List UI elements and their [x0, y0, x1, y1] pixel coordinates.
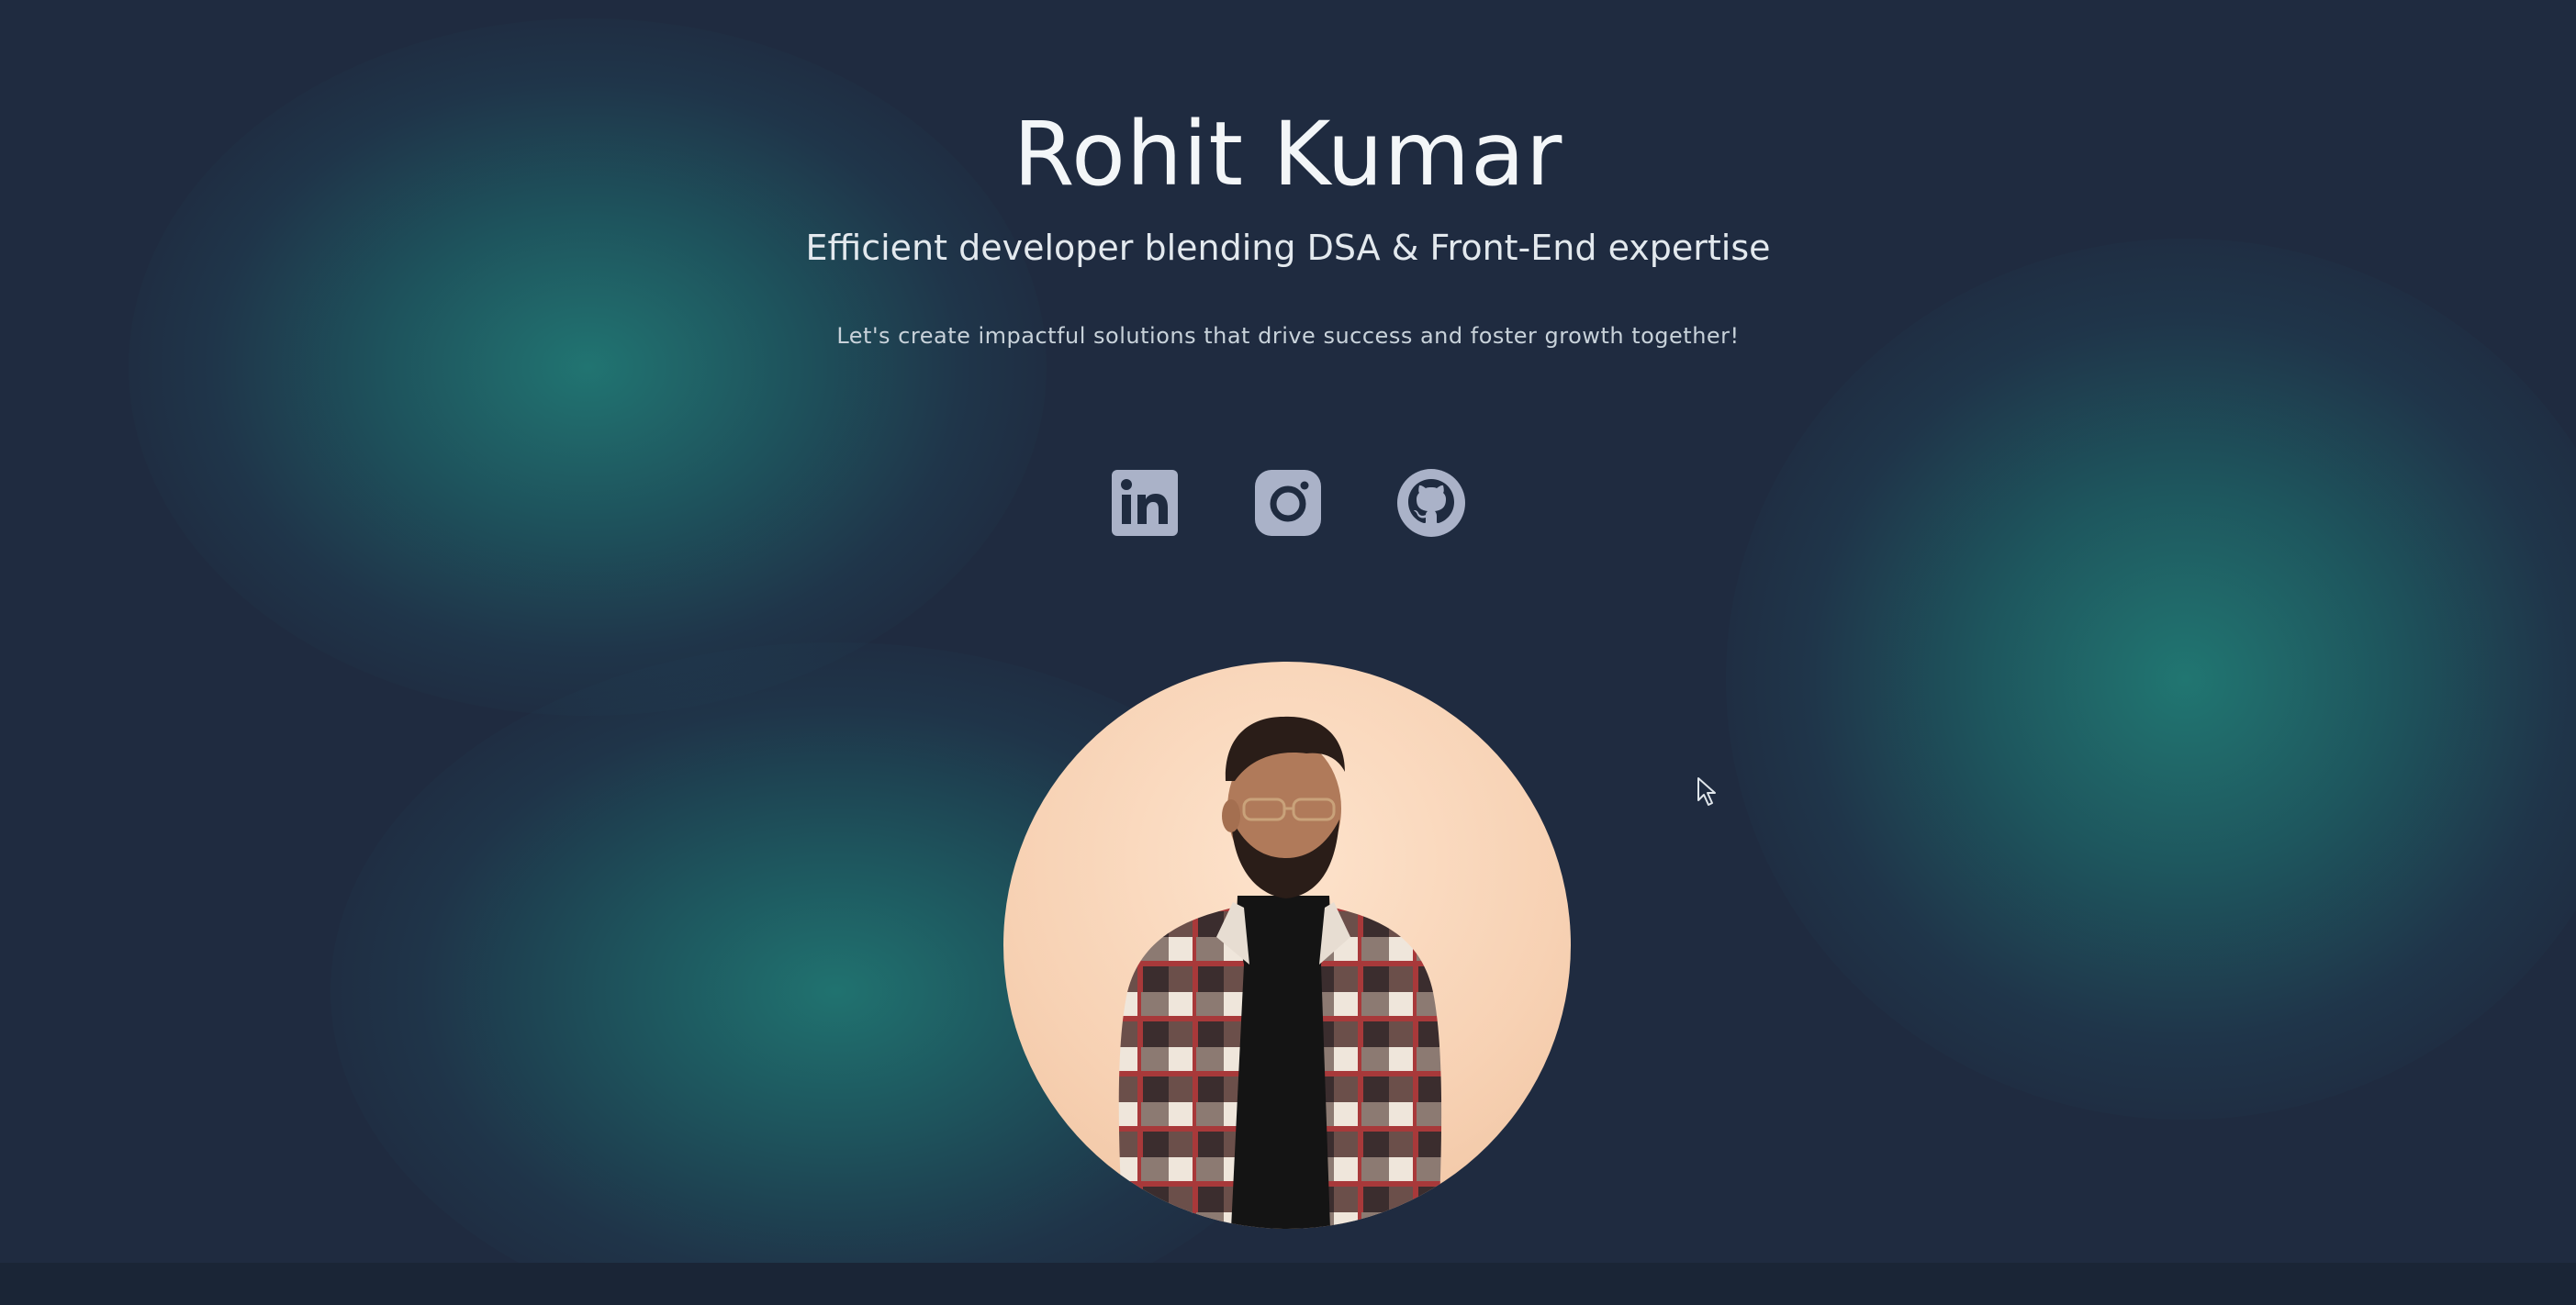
- person-illustration: [1118, 716, 1442, 1229]
- background-glow: [1726, 239, 2576, 1120]
- github-icon: [1397, 469, 1465, 537]
- linkedin-icon: [1112, 470, 1178, 536]
- bottom-band: [0, 1263, 2576, 1305]
- linkedin-link[interactable]: [1108, 466, 1182, 540]
- mouse-cursor-icon: [1697, 777, 1716, 806]
- portfolio-hero-page: Rohit Kumar Efficient developer blending…: [0, 0, 2576, 1305]
- instagram-link[interactable]: [1251, 466, 1325, 540]
- github-link[interactable]: [1394, 466, 1468, 540]
- social-links: [0, 466, 2576, 540]
- hero-subline: Let's create impactful solutions that dr…: [836, 323, 1740, 349]
- instagram-icon: [1255, 470, 1321, 536]
- hero-tagline: Efficient developer blending DSA & Front…: [805, 228, 1771, 268]
- profile-photo: [1003, 662, 1571, 1229]
- hero-name: Rohit Kumar: [1013, 103, 1563, 206]
